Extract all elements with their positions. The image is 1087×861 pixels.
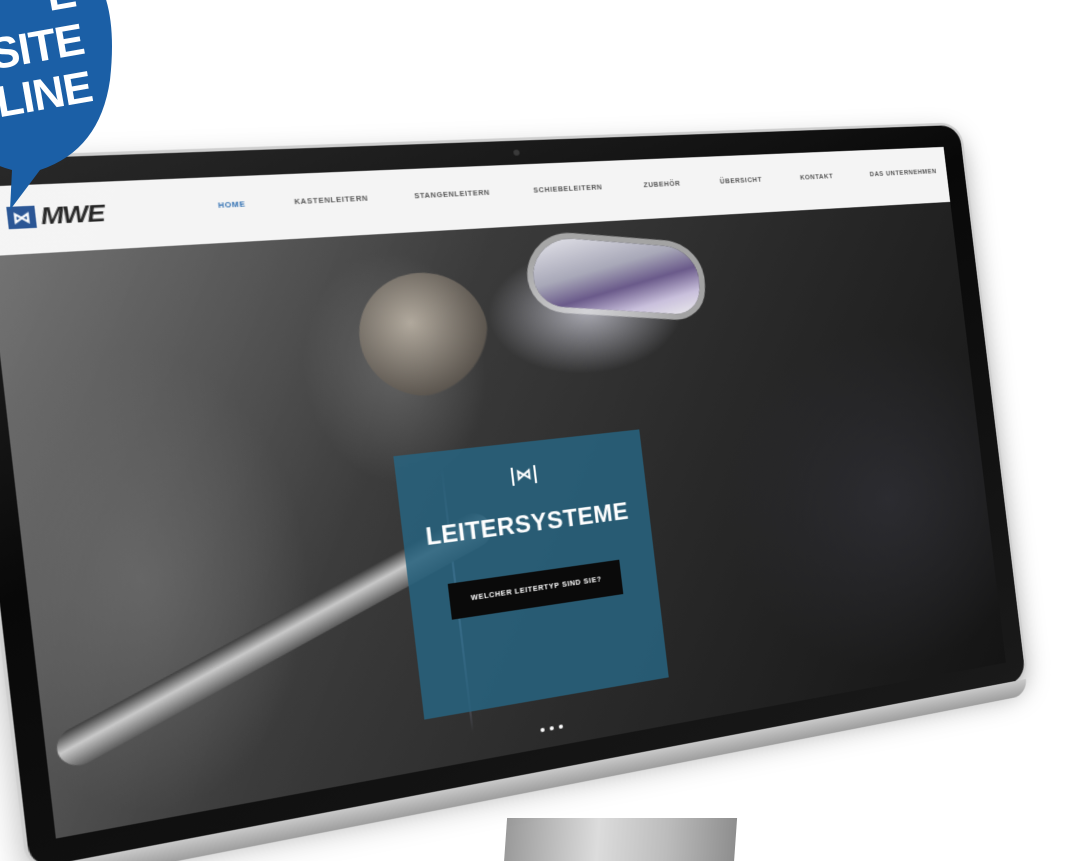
nav-zubehoer[interactable]: ZUBEHÖR: [643, 181, 681, 189]
slider-dot[interactable]: [558, 724, 564, 730]
nav-kastenleitern[interactable]: KASTENLEITERN: [294, 195, 369, 206]
promo-scene: ⋈ MWE HOME KASTENLEITERN STANGENLEITERN …: [0, 0, 1087, 861]
hero-cta-button[interactable]: WELCHER LEITERTYP SIND SIE?: [447, 559, 624, 620]
hero-title: LEITERSYSTEME: [424, 497, 630, 551]
slider-dots: [540, 724, 564, 733]
camera-dot: [513, 149, 520, 156]
hero-slider: ⋈ LEITERSYSTEME WELCHER LEITERTYP SIND S…: [0, 201, 1006, 839]
logo-text: MWE: [39, 199, 106, 230]
welder-glove-image: [352, 268, 495, 402]
monitor: ⋈ MWE HOME KASTENLEITERN STANGENLEITERN …: [0, 124, 1028, 861]
nav-uebersicht[interactable]: ÜBERSICHT: [720, 177, 763, 186]
welding-visor-image: [532, 235, 701, 316]
slider-dot[interactable]: [540, 727, 545, 733]
site-logo[interactable]: ⋈ MWE: [6, 199, 106, 232]
nav-stangenleitern[interactable]: STANGENLEITERN: [414, 190, 490, 201]
slider-dot[interactable]: [549, 725, 555, 731]
hero-box: ⋈ LEITERSYSTEME WELCHER LEITERTYP SIND S…: [393, 429, 669, 720]
main-nav: HOME KASTENLEITERN STANGENLEITERN SCHIEB…: [218, 169, 937, 210]
website-screen: ⋈ MWE HOME KASTENLEITERN STANGENLEITERN …: [0, 146, 1006, 839]
nav-das-unternehmen[interactable]: DAS UNTERNEHMEN: [869, 169, 937, 178]
nav-home[interactable]: HOME: [218, 201, 246, 210]
ladder-logo-icon: ⋈: [6, 205, 37, 230]
nav-kontakt[interactable]: KONTAKT: [800, 174, 834, 182]
ladder-logo-icon: ⋈: [510, 465, 538, 486]
nav-schiebeleitern[interactable]: SCHIEBELEITERN: [533, 184, 603, 194]
